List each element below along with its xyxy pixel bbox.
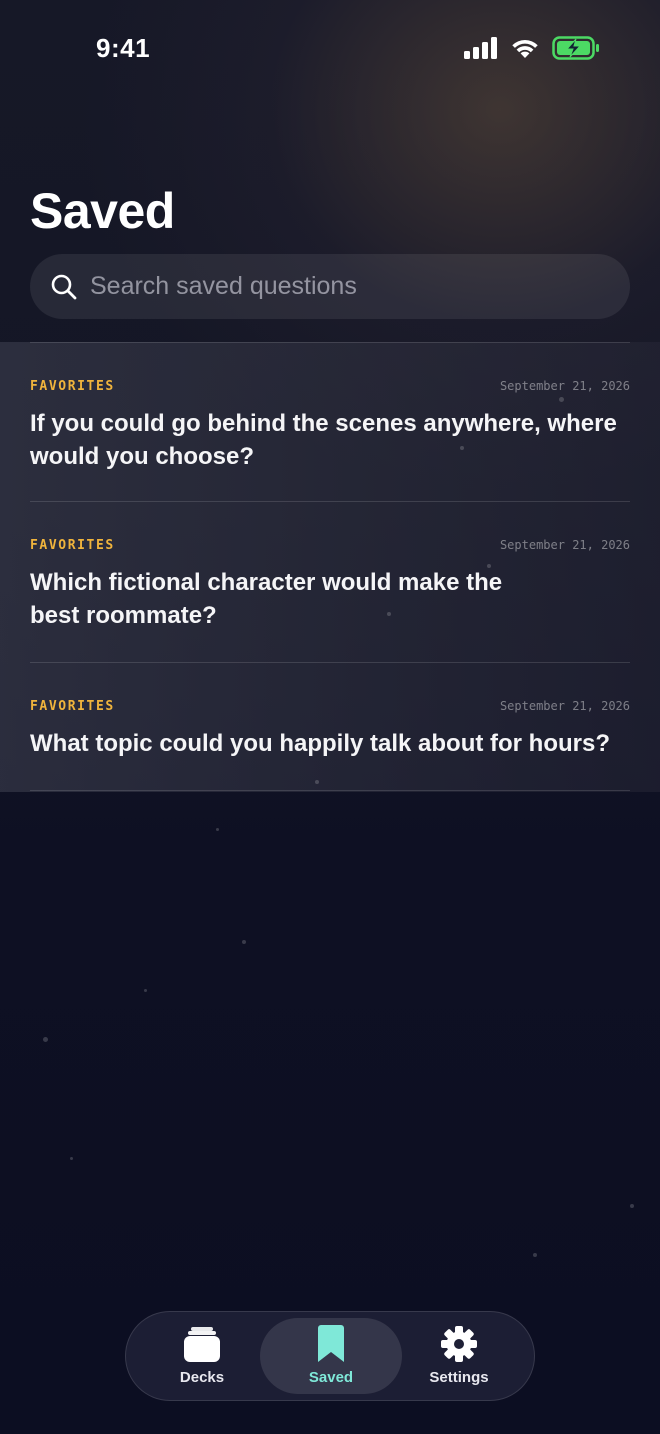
star-dot: [216, 828, 219, 831]
saved-questions-list: FAVORITES September 21, 2026 If you coul…: [30, 342, 630, 791]
deck-tag: FAVORITES: [30, 699, 115, 714]
star-dot: [533, 1253, 537, 1257]
question-text: Which fictional character would make the…: [30, 569, 503, 629]
tab-decks[interactable]: Decks: [131, 1318, 273, 1394]
wifi-icon: [512, 39, 538, 58]
cards-stack-icon: [184, 1327, 220, 1362]
tab-label: Settings: [429, 1369, 489, 1386]
tab-saved[interactable]: Saved: [260, 1318, 402, 1394]
battery-charging-icon: [552, 36, 599, 60]
star-dot: [242, 940, 246, 944]
tab-bar: Decks Saved Settings: [125, 1311, 535, 1401]
list-item[interactable]: FAVORITES September 21, 2026 What topic …: [30, 663, 630, 791]
tab-label: Decks: [179, 1369, 225, 1386]
tab-label: Saved: [308, 1369, 354, 1386]
saved-date: September 21, 2026: [499, 379, 630, 393]
cellular-signal-icon: [464, 37, 497, 59]
list-item[interactable]: FAVORITES September 21, 2026 If you coul…: [30, 342, 630, 502]
saved-date: September 21, 2026: [499, 699, 630, 713]
search-icon: [51, 274, 77, 299]
deck-tag: FAVORITES: [30, 379, 115, 394]
question-text: What topic could you happily talk about …: [30, 730, 610, 757]
page-title: Saved: [30, 183, 175, 239]
question-text: If you could go behind the scenes anywhe…: [30, 410, 617, 470]
status-icons: [464, 36, 600, 60]
search-field[interactable]: Search saved questions: [30, 254, 630, 319]
tab-settings[interactable]: Settings: [388, 1318, 530, 1394]
status-bar: 9:41: [0, 0, 660, 96]
star-dot: [630, 1204, 634, 1208]
star-dot: [43, 1037, 48, 1042]
deck-tag: FAVORITES: [30, 538, 115, 553]
gear-icon: [441, 1326, 477, 1362]
star-dot: [144, 989, 147, 992]
star-dot: [70, 1157, 73, 1160]
status-time: 9:41: [96, 33, 151, 63]
list-item[interactable]: FAVORITES September 21, 2026 Which ficti…: [30, 502, 630, 663]
search-placeholder: Search saved questions: [90, 272, 357, 300]
saved-date: September 21, 2026: [499, 538, 630, 552]
bookmark-icon: [318, 1325, 344, 1362]
